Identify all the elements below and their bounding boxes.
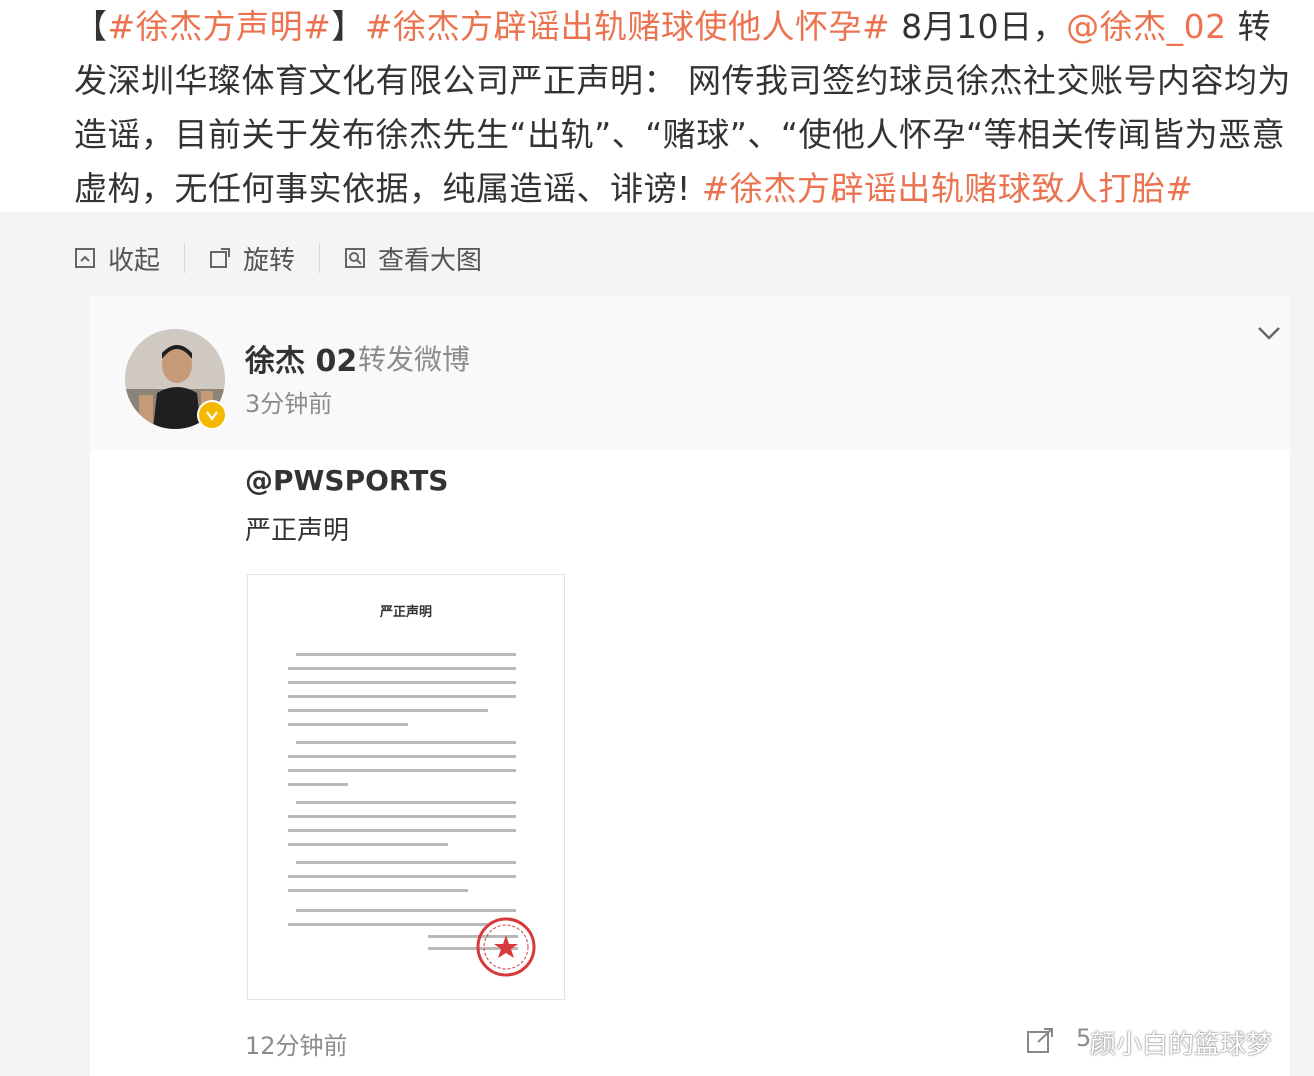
- hashtag-link[interactable]: #徐杰方辟谣出轨赌球致人打胎#: [702, 169, 1194, 208]
- chevron-down-icon[interactable]: [1256, 324, 1282, 342]
- post-text-segment: 8月10日，: [890, 7, 1067, 46]
- footer-time: 12分钟前: [245, 1032, 348, 1060]
- view-large-icon: [345, 248, 366, 268]
- post-text-segment: 】: [331, 7, 365, 46]
- view-large-label: 查看大图: [378, 245, 483, 276]
- share-icon[interactable]: [1026, 1026, 1056, 1054]
- repost-action-label: 转发微博: [358, 343, 471, 376]
- collapse-button[interactable]: 收起: [74, 240, 160, 277]
- hashtag-link[interactable]: #徐杰方声明#: [108, 7, 332, 46]
- rotate-button[interactable]: 旋转: [209, 240, 295, 277]
- post-text: 【#徐杰方声明#】#徐杰方辟谣出轨赌球使他人怀孕# 8月10日，@徐杰_02 转…: [74, 0, 1294, 216]
- original-author[interactable]: @PWSPORTS: [245, 464, 448, 497]
- watermark: 颜小白的篮球梦: [1090, 1030, 1273, 1060]
- toolbar-divider: [319, 243, 321, 273]
- post-time: 3分钟前: [245, 390, 333, 418]
- mention-link[interactable]: @徐杰_02: [1066, 7, 1227, 46]
- repost-card: 徐杰 02 转发微博 3分钟前 @PWSPORTS 严正声明 严正声明 12分钟…: [90, 296, 1290, 1076]
- post-text-segment: 【: [74, 7, 108, 46]
- company-seal-icon: [476, 917, 536, 977]
- collapse-icon: [75, 248, 95, 268]
- hashtag-link[interactable]: #徐杰方辟谣出轨赌球使他人怀孕#: [365, 7, 890, 46]
- share-count[interactable]: 5: [1076, 1024, 1091, 1052]
- rotate-icon: [210, 248, 231, 268]
- rotate-label: 旋转: [243, 245, 296, 276]
- media-toolbar: 收起 旋转 查看大图: [74, 236, 482, 280]
- statement-document-image[interactable]: 严正声明: [247, 574, 565, 1000]
- collapse-label: 收起: [108, 245, 161, 276]
- original-post-text: 严正声明: [245, 516, 350, 546]
- view-large-button[interactable]: 查看大图: [344, 240, 482, 277]
- username[interactable]: 徐杰 02: [245, 336, 357, 380]
- verified-badge-icon: [197, 400, 227, 430]
- toolbar-divider: [184, 243, 186, 273]
